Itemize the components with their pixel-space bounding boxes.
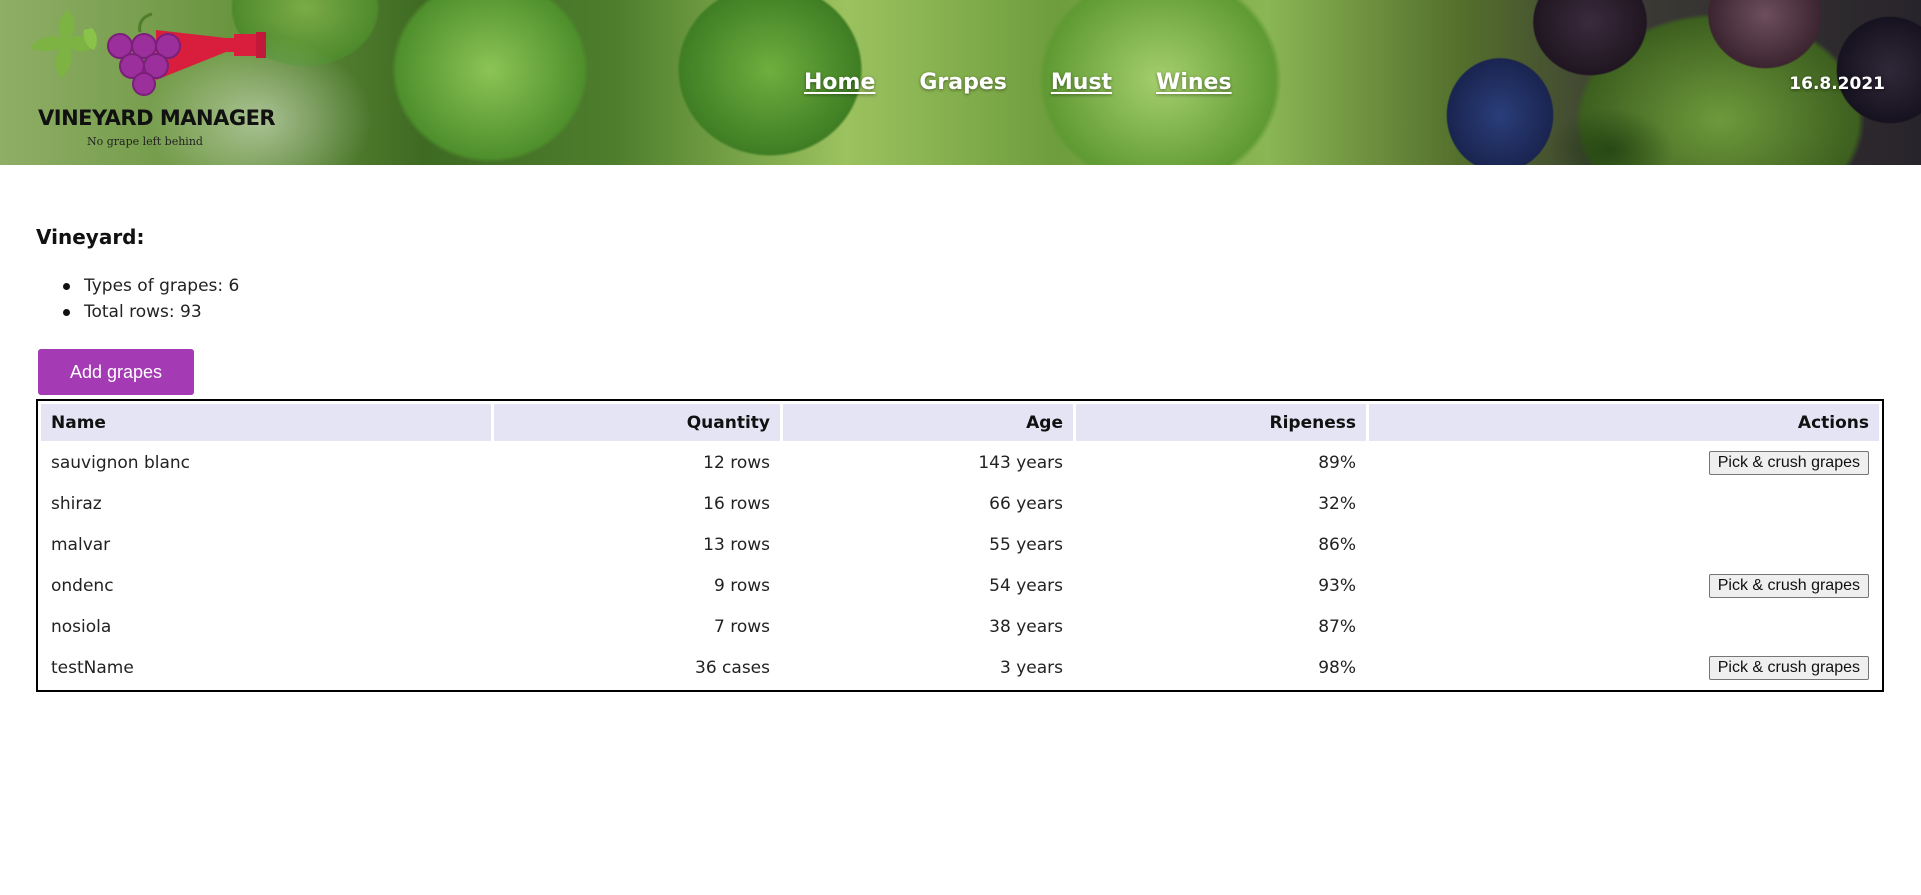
vineyard-stats: Types of grapes: 6 Total rows: 93 [62,273,1885,325]
cell-age: 38 years [989,617,1063,637]
cell-actions [1369,526,1879,564]
logo-title: VINEYARD MANAGER [38,106,276,130]
pick-crush-button[interactable]: Pick & crush grapes [1708,656,1869,680]
vineyard-title: Vineyard: [36,225,145,249]
logo[interactable]: VINEYARD MANAGER No grape left behind [28,8,276,153]
grape-bottle-logo-icon [30,10,266,96]
table-row: sauvignon blanc 12 rows 143 years 89% Pi… [41,444,1879,482]
table-row: ondenc 9 rows 54 years 93% Pick & crush … [41,567,1879,605]
nav-home-link[interactable]: Home [804,70,875,95]
main-nav: Home Grapes Must Wines [804,70,1232,95]
column-header-quantity: Quantity [494,404,780,441]
cell-age: 3 years [999,658,1063,678]
cell-ripeness: 93% [1318,576,1356,596]
main-content: Vineyard: Types of grapes: 6 Total rows:… [0,165,1921,692]
table-row: malvar 13 rows 55 years 86% [41,526,1879,564]
cell-quantity: 13 rows [703,535,770,555]
cell-actions: Pick & crush grapes [1369,567,1879,605]
cell-ripeness: 87% [1318,617,1356,637]
cell-quantity: 9 rows [714,576,770,596]
cell-age: 66 years [989,494,1063,514]
cell-actions: Pick & crush grapes [1369,649,1879,687]
cell-ripeness: 89% [1318,453,1356,473]
cell-ripeness: 98% [1318,658,1356,678]
nav-grapes-link[interactable]: Grapes [919,70,1007,95]
table-row: testName 36 cases 3 years 98% Pick & cru… [41,649,1879,687]
cell-name: shiraz [51,494,102,514]
table-header-row: Name Quantity Age Ripeness Actions [41,404,1879,441]
header-banner: VINEYARD MANAGER No grape left behind Ho… [0,0,1921,165]
add-grapes-button[interactable]: Add grapes [38,349,194,395]
cell-quantity: 16 rows [703,494,770,514]
current-date: 16.8.2021 [1789,74,1885,94]
cell-actions: Pick & crush grapes [1369,444,1879,482]
stat-grape-types: Types of grapes: 6 [62,273,1885,299]
grapes-table: Name Quantity Age Ripeness Actions sauvi… [36,399,1884,692]
cell-quantity: 7 rows [714,617,770,637]
table-row: nosiola 7 rows 38 years 87% [41,608,1879,646]
cell-name: sauvignon blanc [51,453,191,473]
pick-crush-button[interactable]: Pick & crush grapes [1708,451,1869,475]
cell-name: malvar [51,535,111,555]
cell-name: ondenc [51,576,114,596]
stat-total-rows: Total rows: 93 [62,299,1885,325]
cell-name: testName [51,658,134,678]
cell-name: nosiola [51,617,112,637]
cell-age: 143 years [978,453,1063,473]
nav-wines-link[interactable]: Wines [1156,70,1232,95]
logo-subtitle: No grape left behind [87,135,203,148]
nav-must-link[interactable]: Must [1051,70,1112,95]
column-header-actions: Actions [1369,404,1879,441]
cell-age: 54 years [989,576,1063,596]
column-header-age: Age [783,404,1073,441]
pick-crush-button[interactable]: Pick & crush grapes [1708,574,1869,598]
cell-quantity: 36 cases [695,658,770,678]
table-row: shiraz 16 rows 66 years 32% [41,485,1879,523]
column-header-name: Name [41,404,491,441]
cell-actions [1369,485,1879,523]
cell-age: 55 years [989,535,1063,555]
cell-ripeness: 32% [1318,494,1356,514]
cell-actions [1369,608,1879,646]
cell-ripeness: 86% [1318,535,1356,555]
cell-quantity: 12 rows [703,453,770,473]
column-header-ripeness: Ripeness [1076,404,1366,441]
